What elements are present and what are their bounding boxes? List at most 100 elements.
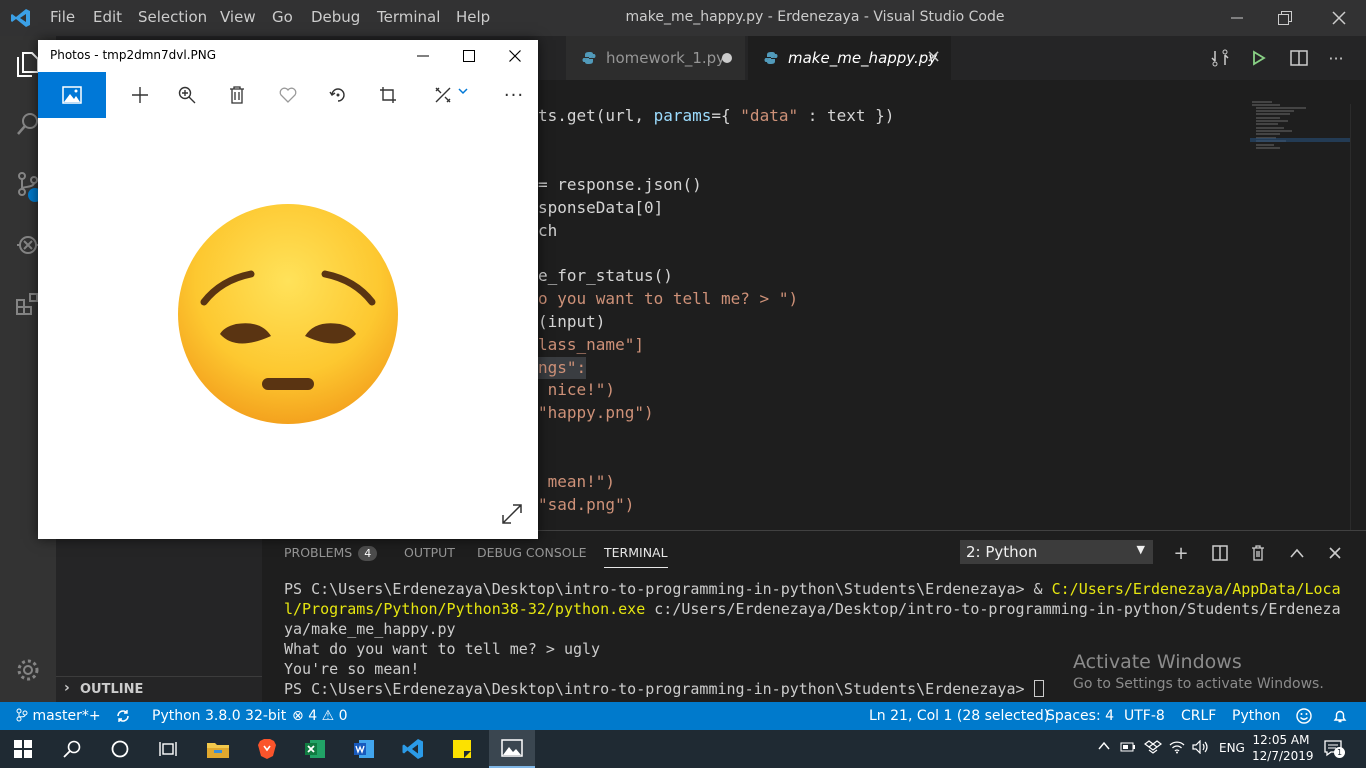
play-icon [1253, 50, 1266, 66]
menu-selection[interactable]: Selection [138, 8, 207, 26]
sticky-notes-taskbar[interactable] [439, 730, 485, 768]
outline-section[interactable]: › OUTLINE [56, 676, 262, 702]
menu-edit[interactable]: Edit [93, 8, 122, 26]
language-mode[interactable]: Python [1232, 708, 1281, 724]
add-to-button[interactable] [117, 72, 163, 118]
brave-lion-icon [258, 739, 276, 759]
notifications-button[interactable] [1332, 708, 1348, 728]
full-screen-button[interactable] [500, 502, 528, 530]
dropbox-icon [1144, 740, 1162, 754]
brave-taskbar[interactable] [244, 730, 290, 768]
photos-close-button[interactable] [492, 40, 538, 72]
maximize-panel-button[interactable] [1284, 540, 1310, 566]
python-interpreter[interactable]: Python 3.8.0 32-bit [152, 708, 286, 724]
chevron-up-icon [1098, 741, 1110, 750]
wifi-tray[interactable] [1169, 740, 1185, 757]
menu-debug[interactable]: Debug [311, 8, 360, 26]
more-actions-button[interactable]: ··· [1322, 44, 1350, 72]
manage-button[interactable] [0, 642, 56, 698]
photos-maximize-button[interactable] [446, 40, 492, 72]
close-panel-button[interactable] [1322, 540, 1348, 566]
restore-icon [1278, 11, 1292, 25]
close-window-button[interactable] [1316, 0, 1362, 36]
minimize-icon [1231, 17, 1243, 19]
clock[interactable]: 12:05 AM 12/7/2019 [1252, 732, 1314, 764]
vscode-icon [402, 739, 423, 759]
show-hidden-icons-button[interactable] [1098, 739, 1110, 753]
split-terminal-button[interactable] [1207, 540, 1233, 566]
heart-icon [279, 87, 297, 103]
taskbar-search-button[interactable] [49, 730, 95, 768]
close-tab-icon[interactable]: × [926, 46, 941, 67]
menu-view[interactable]: View [220, 8, 256, 26]
action-center-button[interactable]: 1 [1323, 739, 1345, 760]
compare-changes-button[interactable] [1206, 44, 1234, 72]
edit-tools-icon [435, 87, 451, 103]
terminal-select[interactable]: 2: Python ▼ [960, 540, 1153, 564]
unsaved-dot-icon [722, 53, 732, 63]
trash-icon [1252, 545, 1264, 561]
start-button[interactable] [0, 730, 46, 768]
menu-go[interactable]: Go [272, 8, 293, 26]
sync-button[interactable] [115, 708, 131, 728]
kill-terminal-button[interactable] [1245, 540, 1271, 566]
editor-scrollbar[interactable] [1350, 104, 1358, 530]
run-file-button[interactable] [1245, 44, 1273, 72]
restore-button[interactable] [1262, 0, 1308, 36]
branch-status[interactable]: master*+ [16, 708, 101, 724]
excel-taskbar[interactable] [292, 730, 338, 768]
terminal-line: l/Programs/Python/Python38-32/python.exe… [284, 600, 1341, 618]
favorite-button[interactable] [265, 72, 311, 118]
maximize-icon [463, 50, 475, 62]
python-file-icon [582, 52, 596, 64]
edit-create-button[interactable] [426, 72, 476, 118]
dropbox-tray[interactable] [1144, 740, 1162, 757]
crop-button[interactable] [365, 72, 411, 118]
photos-taskbar[interactable] [489, 730, 535, 768]
tab-output[interactable]: OUTPUT [404, 545, 455, 560]
zoom-button[interactable] [164, 72, 210, 118]
battery-tray[interactable] [1120, 740, 1136, 757]
see-more-button[interactable]: ··· [491, 72, 537, 118]
tab-problems[interactable]: PROBLEMS 4 [284, 545, 378, 561]
gear-icon [17, 659, 39, 681]
tab-label: make_me_happy.py [788, 49, 938, 67]
delete-button[interactable] [214, 72, 260, 118]
cursor-position[interactable]: Ln 21, Col 1 (28 selected) [869, 708, 1049, 724]
tab-debug-console[interactable]: DEBUG CONSOLE [477, 545, 586, 560]
crop-icon [380, 87, 396, 103]
terminal-line: You're so mean! [284, 660, 420, 678]
code-line: (input) [538, 312, 606, 331]
minimap[interactable] [1250, 100, 1350, 160]
input-language[interactable]: ENG [1219, 741, 1245, 755]
tab-terminal[interactable]: TERMINAL [604, 545, 668, 568]
task-view-button[interactable] [145, 730, 191, 768]
encoding[interactable]: UTF-8 [1124, 708, 1165, 724]
photos-minimize-button[interactable] [400, 40, 446, 72]
smiley-icon [1296, 708, 1312, 724]
problems-status[interactable]: ⊗ 4 ⚠ 0 [292, 708, 348, 724]
minimize-button[interactable] [1214, 0, 1260, 36]
menu-terminal[interactable]: Terminal [377, 8, 440, 26]
battery-icon [1120, 742, 1135, 752]
terminal-line: ya/make_me_happy.py [284, 620, 456, 638]
file-explorer-taskbar[interactable] [195, 730, 241, 768]
menu-help[interactable]: Help [456, 8, 490, 26]
photos-title-bar[interactable]: Photos - tmp2dmn7dvl.PNG [38, 40, 538, 72]
status-bar: master*+ Python 3.8.0 32-bit ⊗ 4 ⚠ 0 Ln … [0, 702, 1366, 730]
end-of-line[interactable]: CRLF [1181, 708, 1216, 724]
volume-tray[interactable] [1192, 739, 1210, 757]
menu-file[interactable]: File [50, 8, 75, 26]
vscode-taskbar[interactable] [390, 730, 436, 768]
indentation[interactable]: Spaces: 4 [1046, 708, 1114, 724]
split-editor-button[interactable] [1285, 44, 1313, 72]
feedback-button[interactable] [1296, 708, 1312, 728]
search-icon [63, 740, 81, 758]
terminal-prompt[interactable]: PS C:\Users\Erdenezaya\Desktop\intro-to-… [284, 679, 1044, 699]
rotate-button[interactable] [315, 72, 361, 118]
word-taskbar[interactable] [341, 730, 387, 768]
new-terminal-button[interactable]: + [1168, 540, 1194, 566]
tab-make-me-happy[interactable]: make_me_happy.py × [748, 36, 952, 80]
tab-homework-1[interactable]: homework_1.py [566, 36, 746, 80]
cortana-button[interactable] [97, 730, 143, 768]
